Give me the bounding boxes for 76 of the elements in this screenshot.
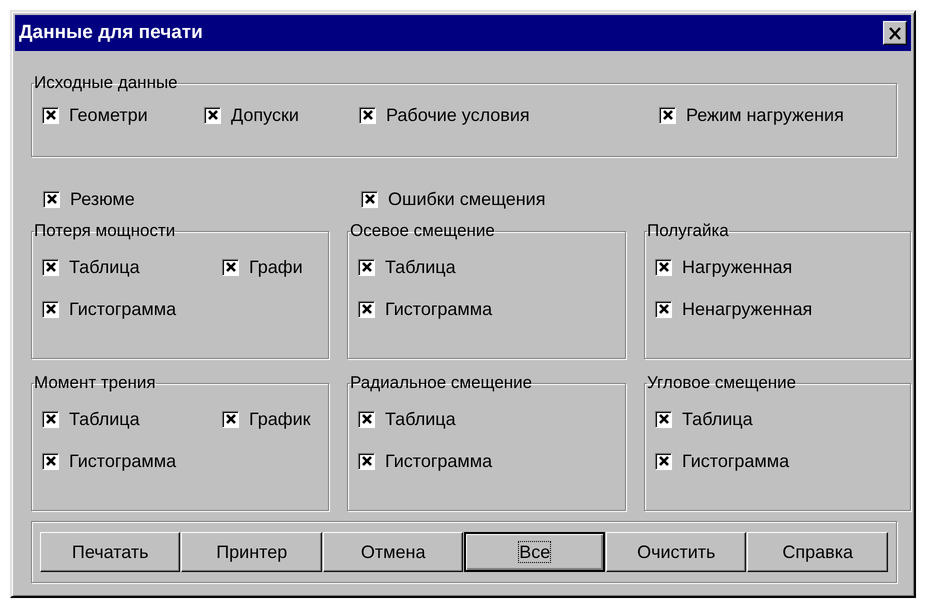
x-mark-icon [658,304,668,314]
checkbox-label[interactable]: График [249,408,310,430]
checkbox[interactable] [655,300,672,318]
checkbox[interactable] [222,258,239,276]
checkbox-label[interactable]: Нагруженная [682,256,792,278]
x-mark-icon [658,456,668,466]
checkbox-label[interactable]: Допуски [231,104,299,126]
checkbox[interactable] [659,106,676,124]
group-label: Полугайка [647,221,729,241]
window-title: Данные для печати [19,22,203,44]
x-mark-icon [46,262,56,272]
dialog-button[interactable]: Все [464,532,605,572]
checkbox[interactable] [42,300,59,318]
checkbox[interactable] [361,190,378,208]
x-mark-icon [362,304,372,314]
checkbox[interactable] [655,452,672,470]
checkbox-label[interactable]: Гистограмма [682,450,790,472]
x-mark-icon [658,262,668,272]
x-mark-icon [362,414,372,424]
checkbox[interactable] [358,452,375,470]
group-label: Момент трения [34,373,156,393]
checkbox[interactable] [42,410,59,428]
checkbox[interactable] [42,452,59,470]
x-mark-icon [46,456,56,466]
checkbox-label[interactable]: Таблица [682,408,753,430]
checkbox-label[interactable]: Таблица [385,256,456,278]
checkbox-label[interactable]: Гистограмма [385,298,492,320]
checkbox[interactable] [42,106,59,124]
x-mark-icon [46,110,56,120]
checkbox-label[interactable]: Таблица [385,408,456,430]
x-mark-icon [46,414,56,424]
group-label: Угловое смещение [647,373,796,393]
dialog-button[interactable]: Отмена [322,532,464,572]
checkbox[interactable] [655,410,672,428]
x-mark-icon [662,110,672,120]
close-button[interactable] [883,21,907,45]
group-label: Радиальное смещение [350,373,532,393]
checkbox-label[interactable]: Гистограмма [69,298,176,320]
x-mark-icon [362,456,372,466]
x-mark-icon [208,110,218,120]
checkbox[interactable] [358,410,375,428]
checkbox-label[interactable]: Гистограмма [385,450,492,472]
checkbox-label[interactable]: Геометри [69,104,148,126]
x-mark-icon [226,262,236,272]
checkbox[interactable] [204,106,221,124]
dialog-button[interactable]: Очистить [606,532,746,572]
group-label: Потеря мощности [34,221,176,241]
checkbox-label[interactable]: Графи [249,256,303,278]
checkbox-label[interactable]: Резюме [70,188,135,210]
checkbox[interactable] [43,190,60,208]
x-mark-icon [362,262,372,272]
checkbox-label[interactable]: Таблица [69,408,140,430]
x-mark-icon [658,414,668,424]
checkbox-label[interactable]: Гистограмма [69,450,176,472]
dialog-button[interactable]: Принтер [181,532,322,572]
checkbox-label[interactable]: Таблица [69,256,140,278]
x-mark-icon [364,194,374,204]
checkbox-label[interactable]: Ненагруженная [682,298,812,320]
x-mark-icon [46,194,56,204]
x-mark-icon [46,304,56,314]
checkbox[interactable] [358,258,375,276]
group-label: Осевое смещение [350,221,495,241]
checkbox-label[interactable]: Рабочие условия [386,104,530,126]
checkbox-label[interactable]: Режим нагружения [686,104,844,126]
dialog-button[interactable]: Печатать [40,532,180,572]
close-icon [888,26,902,40]
checkbox[interactable] [655,258,672,276]
x-mark-icon [226,414,236,424]
x-mark-icon [362,110,372,120]
checkbox[interactable] [359,106,376,124]
group-label: Исходные данные [34,73,178,93]
checkbox-label[interactable]: Ошибки смещения [388,188,546,210]
dialog-button[interactable]: Справка [747,532,888,572]
checkbox[interactable] [42,258,59,276]
checkbox[interactable] [222,410,239,428]
checkbox[interactable] [358,300,375,318]
